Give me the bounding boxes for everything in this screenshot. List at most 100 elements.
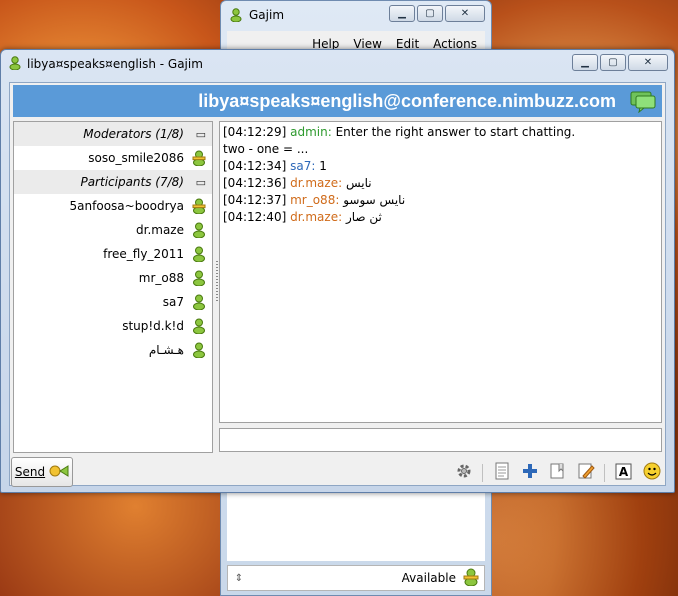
font-icon: A [615,463,632,483]
add-icon [522,463,538,482]
occupant-row[interactable]: هـشـام [14,338,212,362]
message-text: ثن صار [342,210,382,224]
available-status-icon [191,222,207,241]
group-participants[interactable]: Participants (7/8) ▭ [14,170,212,194]
close-button[interactable]: ✕ [628,54,668,71]
occupant-row[interactable]: dr.maze [14,218,212,242]
roster-window-title: Gajim [249,8,285,22]
message-timestamp: [04:12:34] [223,159,287,173]
minimize-button[interactable]: ▁ [389,5,415,22]
occupant-nick: هـشـام [148,343,184,357]
message-nick: mr_o88: [290,193,340,207]
minimize-button[interactable]: ▁ [572,54,598,71]
occupant-nick: 5anfoosa~boodrya [69,199,184,213]
invite-button[interactable] [520,463,539,482]
collapse-icon[interactable]: ▭ [196,128,206,141]
send-label: Send [14,465,46,479]
toolbar-separator [482,463,483,482]
font-button[interactable]: A [614,463,633,482]
send-button[interactable]: Send [11,457,73,487]
available-status-icon [191,318,207,337]
chat-bubble-icon [630,91,656,118]
chat-message: [04:12:37] mr_o88: نايس سوسو [223,192,658,209]
minimize-icon: ▁ [398,8,406,19]
chat-message: [04:12:29] admin: Enter the right answer… [223,124,658,141]
emoticon-button[interactable] [642,462,661,483]
group-label: Moderators (1/8) [83,127,184,141]
group-moderators[interactable]: Moderators (1/8) ▭ [14,122,212,146]
chat-toolbar: A [454,462,661,483]
maximize-icon: ▢ [608,57,618,68]
collapse-icon[interactable]: ▭ [196,176,206,189]
roster-titlebar: Gajim ▁ ▢ ✕ [221,1,491,29]
message-nick: admin: [290,125,332,139]
message-nick: dr.maze: [290,210,343,224]
occupant-list[interactable]: Moderators (1/8) ▭ soso_smile2086 Partic… [13,121,213,453]
splitter-grip[interactable] [216,261,218,301]
message-text: نايس سوسو [339,193,406,207]
occupant-row[interactable]: 5anfoosa~boodrya [14,194,212,218]
group-label: Participants (7/8) [80,175,184,189]
occupant-nick: dr.maze [136,223,184,237]
chat-message: [04:12:40] dr.maze: ثن صار [223,209,658,226]
occupant-row[interactable]: soso_smile2086 [14,146,212,170]
chat-message: [04:12:34] sa7: 1 [223,158,658,175]
gajim-app-icon [229,8,243,25]
available-status-icon [191,342,207,361]
occupant-nick: mr_o88 [138,271,184,285]
room-jid: libya¤speaks¤english@conference.nimbuzz.… [198,90,616,111]
available-status-icon [191,270,207,289]
close-icon: ✕ [643,57,653,68]
spinner-icon: ⇕ [234,572,244,584]
message-text: 1 [315,159,327,173]
message-timestamp: [04:12:37] [223,193,287,207]
message-text: Enter the right answer to start chatting… [331,125,576,139]
conversation-view[interactable]: [04:12:29] admin: Enter the right answer… [219,121,662,423]
close-icon: ✕ [460,8,470,19]
available-status-icon [191,294,207,313]
occupant-row[interactable]: sa7 [14,290,212,314]
message-timestamp: [04:12:40] [223,210,287,224]
chat-content: libya¤speaks¤english@conference.nimbuzz.… [9,82,666,487]
available-status-icon [191,246,207,265]
close-button[interactable]: ✕ [445,5,485,22]
occupant-nick: soso_smile2086 [88,151,184,165]
message-text: نايس [342,176,372,190]
bookmark-button[interactable] [548,463,567,482]
edit-icon [577,462,595,483]
chat-window-title: libya¤speaks¤english - Gajim [27,57,203,71]
room-banner: libya¤speaks¤english@conference.nimbuzz.… [13,85,662,117]
emoticon-icon [643,462,661,483]
settings-gear-button[interactable] [454,463,473,482]
available-status-icon [462,568,480,589]
status-selector[interactable]: ⇕ Available [227,565,485,591]
chat-message: two - one = ... [223,141,658,158]
message-nick: dr.maze: [290,176,343,190]
message-timestamp: [04:12:36] [223,176,287,190]
history-button[interactable] [492,462,511,483]
toolbar-separator [604,463,605,482]
maximize-icon: ▢ [425,8,435,19]
occupant-row[interactable]: stup!d.k!d [14,314,212,338]
occupant-row[interactable]: mr_o88 [14,266,212,290]
occupant-nick: sa7 [162,295,184,309]
gajim-app-icon [8,56,22,73]
edit-topic-button[interactable] [576,463,595,482]
occupant-nick: stup!d.k!d [122,319,184,333]
history-icon [494,462,510,483]
status-label: Available [401,571,456,585]
send-arrow-icon [49,464,69,481]
maximize-button[interactable]: ▢ [417,5,443,22]
minimize-icon: ▁ [581,57,589,68]
message-text: two - one = ... [223,142,309,156]
chat-titlebar: libya¤speaks¤english - Gajim ▁ ▢ ✕ [1,50,674,78]
bookmark-icon [549,462,567,483]
message-input[interactable] [219,428,662,452]
maximize-button[interactable]: ▢ [600,54,626,71]
svg-text:A: A [619,465,629,479]
settings-gear-icon [455,462,473,483]
message-nick: sa7: [290,159,316,173]
chat-message: [04:12:36] dr.maze: نايس [223,175,658,192]
occupant-row[interactable]: free_fly_2011 [14,242,212,266]
available-status-icon [191,198,207,217]
